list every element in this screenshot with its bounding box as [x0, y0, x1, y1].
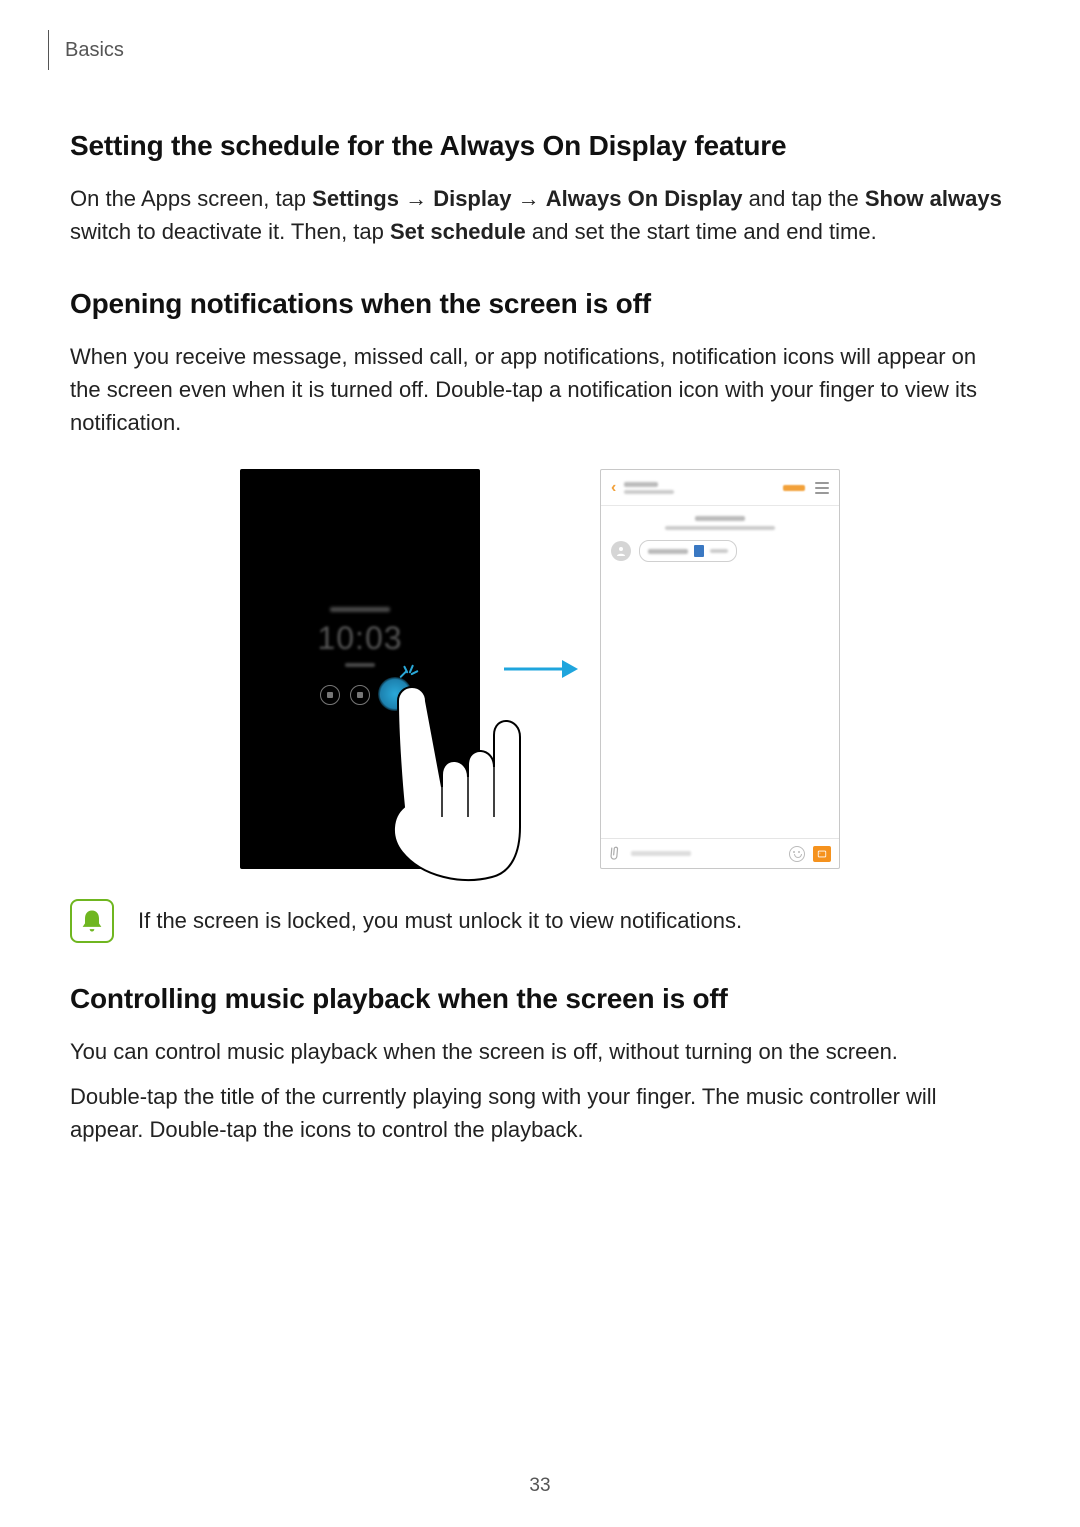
heading-schedule: Setting the schedule for the Always On D…: [70, 130, 1010, 162]
heading-music: Controlling music playback when the scre…: [70, 983, 1010, 1015]
notification-icon: [350, 685, 370, 705]
heading-notifications: Opening notifications when the screen is…: [70, 288, 1010, 320]
paragraph-music-1: You can control music playback when the …: [70, 1035, 1010, 1068]
note-bell-icon: [70, 899, 114, 943]
attachment-icon: [605, 842, 627, 865]
phone-messages-app: ‹: [600, 469, 840, 869]
menu-icon: [815, 482, 829, 494]
manual-page: Basics Setting the schedule for the Alwa…: [0, 0, 1080, 1527]
header-action-placeholder: [783, 485, 805, 491]
avatar-icon: [611, 541, 631, 561]
note-text: If the screen is locked, you must unlock…: [138, 908, 742, 934]
message-bubble: [639, 540, 737, 562]
breadcrumb-text: Basics: [65, 39, 124, 62]
messages-header: ‹: [601, 470, 839, 506]
phone-aod-wrapper: 10:03: [240, 469, 480, 869]
note-callout: If the screen is locked, you must unlock…: [70, 899, 1010, 943]
figure-aod-to-messages: 10:03: [70, 469, 1010, 869]
aod-time: 10:03: [240, 620, 480, 657]
paragraph-music-2: Double-tap the title of the currently pl…: [70, 1080, 1010, 1146]
paragraph-schedule: On the Apps screen, tap Settings → Displ…: [70, 182, 1010, 248]
message-row: [601, 536, 839, 566]
aod-date-placeholder: [345, 663, 375, 667]
emoji-icon: [789, 846, 805, 862]
aod-day-placeholder: [330, 607, 390, 612]
messages-input-bar: [601, 838, 839, 868]
hand-gesture-icon: [382, 677, 522, 887]
paragraph-notifications: When you receive message, missed call, o…: [70, 340, 1010, 439]
attachment-doc-icon: [694, 545, 704, 557]
breadcrumb: Basics: [48, 30, 1010, 70]
conversation-date: [601, 506, 839, 536]
back-icon: ‹: [611, 479, 616, 497]
page-number: 33: [0, 1475, 1080, 1497]
keyboard-icon: [813, 846, 831, 862]
notification-icon: [320, 685, 340, 705]
contact-name-placeholder: [624, 482, 674, 494]
breadcrumb-divider: [48, 30, 49, 70]
input-placeholder: [631, 851, 691, 856]
